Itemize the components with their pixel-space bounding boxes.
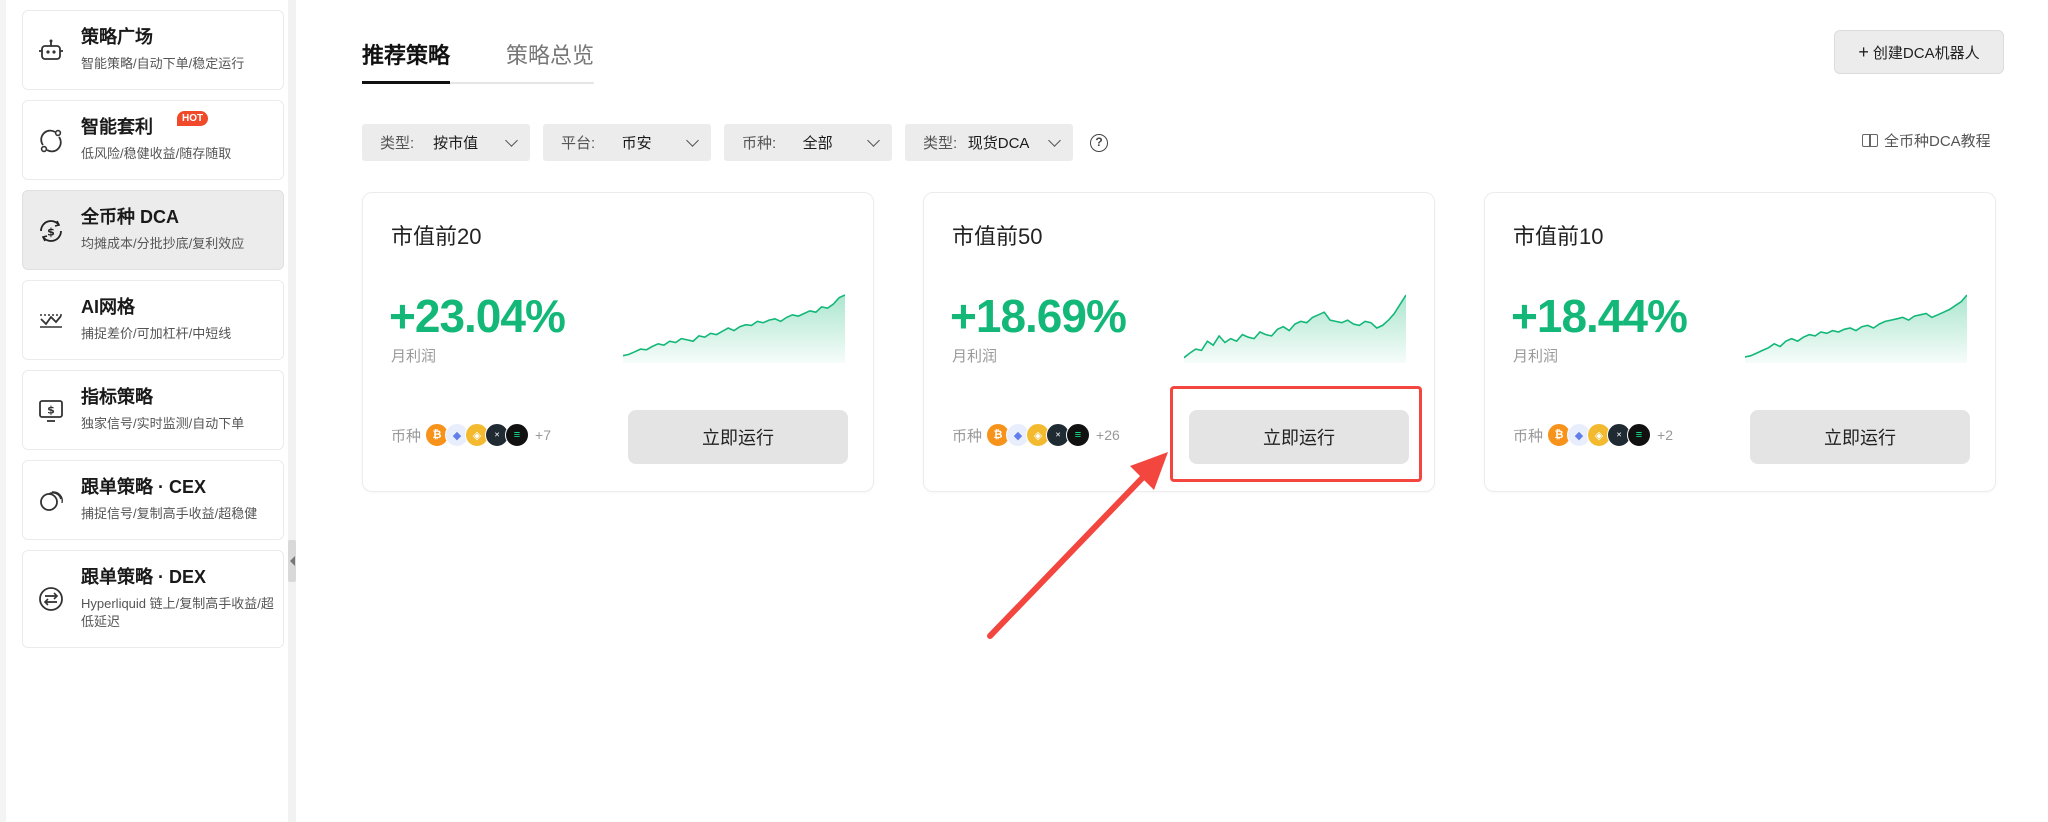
profit-sparkline bbox=[1184, 294, 1406, 363]
sidebar-item-indicator[interactable]: $ 指标策略 独家信号/实时监测/自动下单 bbox=[22, 370, 284, 450]
run-now-button[interactable]: 立即运行 bbox=[1750, 410, 1970, 464]
profit-sparkline bbox=[1745, 294, 1967, 363]
grid-icon bbox=[40, 314, 62, 328]
sidebar-item-copy-cex[interactable]: 跟单策略 · CEX 捕捉信号/复制高手收益/超稳健 bbox=[22, 460, 284, 540]
sol-coin-icon: ≡ bbox=[1066, 423, 1091, 447]
sidebar-item-smart-arbitrage[interactable]: 智能套利 HOT 低风险/稳健收益/随存随取 bbox=[22, 100, 284, 180]
sidebar-item-subtitle: 智能策略/自动下单/稳定运行 bbox=[81, 56, 245, 71]
filter-bar: 类型: 按市值 平台: 币安 币种: 全部 类型: 现货DCA ? bbox=[362, 124, 1108, 161]
sidebar-item-title: 跟单策略 · DEX bbox=[81, 567, 207, 587]
sidebar-item-title: 策略广场 bbox=[81, 27, 153, 47]
sol-coin-icon: ≡ bbox=[1627, 423, 1652, 447]
chevron-down-icon bbox=[1048, 133, 1061, 147]
coin-more-count: +2 bbox=[1657, 427, 1673, 443]
strategy-card: 市值前10 +18.44% 月利润 币种 ₿ ◆ ◈ ✕ ≡ +2 立即运行 bbox=[1484, 192, 1996, 492]
sidebar-item-subtitle: 捕捉信号/复制高手收益/超稳健 bbox=[81, 506, 258, 521]
filter-value: 全部 bbox=[802, 135, 833, 152]
card-profit: +18.69% bbox=[950, 290, 1127, 342]
coin-more-count: +7 bbox=[535, 427, 551, 443]
card-title: 市值前10 bbox=[1513, 224, 1604, 249]
tab-recommended[interactable]: 推荐策略 bbox=[362, 34, 451, 84]
coin-more-count: +26 bbox=[1096, 427, 1120, 443]
filter-platform-select[interactable]: 平台: 币安 bbox=[543, 124, 711, 161]
sidebar-item-dca[interactable]: $ 全币种 DCA 均摊成本/分批抄底/复利效应 bbox=[22, 190, 284, 270]
sidebar-item-title: 跟单策略 · CEX bbox=[81, 477, 207, 497]
profit-sparkline bbox=[623, 294, 845, 363]
copy-dex-icon bbox=[39, 587, 63, 611]
sidebar-item-subtitle: Hyperliquid 链上/复制高手收益/超低延迟 bbox=[81, 596, 274, 629]
sidebar: 策略广场 智能策略/自动下单/稳定运行 智能套利 HOT 低风险/稳健收益/随存… bbox=[0, 0, 290, 822]
card-title: 市值前50 bbox=[952, 224, 1043, 249]
filter-value: 币安 bbox=[621, 135, 652, 152]
sidebar-gutter bbox=[288, 0, 296, 822]
coin-list: 币种 ₿ ◆ ◈ ✕ ≡ +7 bbox=[391, 423, 551, 447]
filter-label: 币种: bbox=[742, 135, 777, 152]
svg-text:$: $ bbox=[47, 404, 55, 417]
chevron-down-icon bbox=[505, 133, 518, 147]
card-profit-label: 月利润 bbox=[952, 348, 998, 365]
robot-icon bbox=[39, 39, 63, 60]
dca-tutorial-label: 全币种DCA教程 bbox=[1884, 133, 1991, 150]
help-icon[interactable]: ? bbox=[1090, 133, 1108, 152]
dca-icon: $ bbox=[40, 220, 62, 242]
strategy-card: 市值前20 +23.04% 月利润 币种 ₿ ◆ ◈ ✕ ≡ +7 立即运行 bbox=[362, 192, 874, 492]
sparkline-area bbox=[1745, 295, 1967, 363]
coin-list-label: 币种 bbox=[1513, 427, 1544, 445]
coin-list: 币种 ₿ ◆ ◈ ✕ ≡ +26 bbox=[952, 423, 1120, 447]
highlight-box-annotation bbox=[1170, 386, 1422, 482]
card-title: 市值前20 bbox=[391, 224, 482, 249]
sidebar-item-title: 全币种 DCA bbox=[81, 207, 179, 227]
coin-list-label: 币种 bbox=[952, 427, 983, 445]
sidebar-item-title: AI网格 bbox=[81, 297, 135, 317]
filter-dca-type-select[interactable]: 类型: 现货DCA bbox=[905, 124, 1073, 161]
card-profit-label: 月利润 bbox=[391, 348, 437, 365]
hot-badge: HOT bbox=[177, 111, 209, 126]
sidebar-item-subtitle: 捕捉差价/可加杠杆/中短线 bbox=[81, 326, 232, 341]
sidebar-item-subtitle: 低风险/稳健收益/随存随取 bbox=[81, 146, 232, 161]
sidebar-item-ai-grid[interactable]: AI网格 捕捉差价/可加杠杆/中短线 bbox=[22, 280, 284, 360]
card-profit-label: 月利润 bbox=[1513, 348, 1559, 365]
dca-tutorial-link[interactable]: 全币种DCA教程 bbox=[1862, 130, 1991, 151]
filter-coin-select[interactable]: 币种: 全部 bbox=[724, 124, 892, 161]
svg-text:$: $ bbox=[47, 226, 55, 239]
create-dca-bot-button[interactable]: + 创建DCA机器人 bbox=[1834, 30, 2004, 74]
chevron-down-icon bbox=[867, 133, 880, 147]
sparkline-area bbox=[1184, 295, 1406, 363]
sidebar-item-copy-dex[interactable]: 跟单策略 · DEX Hyperliquid 链上/复制高手收益/超低延迟 bbox=[22, 550, 284, 648]
indicator-icon: $ bbox=[39, 400, 63, 422]
sidebar-item-strategy-plaza[interactable]: 策略广场 智能策略/自动下单/稳定运行 bbox=[22, 10, 284, 90]
filter-value: 按市值 bbox=[433, 135, 479, 152]
card-profit: +23.04% bbox=[389, 290, 566, 342]
sidebar-item-title: 智能套利 bbox=[81, 117, 153, 137]
coin-list-label: 币种 bbox=[391, 427, 422, 445]
chevron-left-icon bbox=[289, 556, 295, 566]
run-now-button[interactable]: 立即运行 bbox=[628, 410, 848, 464]
filter-value: 现货DCA bbox=[967, 135, 1030, 152]
sidebar-collapse-handle[interactable] bbox=[288, 540, 296, 582]
filter-label: 类型: bbox=[380, 135, 415, 152]
filter-label: 类型: bbox=[923, 135, 958, 152]
card-profit: +18.44% bbox=[1511, 290, 1688, 342]
arbitrage-icon bbox=[40, 129, 62, 153]
filter-label: 平台: bbox=[561, 135, 596, 152]
sidebar-item-subtitle: 均摊成本/分批抄底/复利效应 bbox=[81, 236, 245, 251]
sidebar-item-subtitle: 独家信号/实时监测/自动下单 bbox=[81, 416, 245, 431]
coin-list: 币种 ₿ ◆ ◈ ✕ ≡ +2 bbox=[1513, 423, 1673, 447]
filter-type-select[interactable]: 类型: 按市值 bbox=[362, 124, 530, 161]
sparkline-area bbox=[623, 295, 845, 363]
create-dca-bot-label: 创建DCA机器人 bbox=[1872, 44, 1980, 62]
chevron-down-icon bbox=[686, 133, 699, 147]
sol-coin-icon: ≡ bbox=[505, 423, 530, 447]
strategy-tabs: 推荐策略 策略总览 bbox=[362, 34, 595, 84]
tab-overview[interactable]: 策略总览 bbox=[506, 34, 594, 82]
plus-icon: + bbox=[1858, 42, 1869, 62]
sidebar-item-title: 指标策略 bbox=[81, 387, 153, 407]
book-icon bbox=[1862, 134, 1878, 147]
sidebar-nav: 策略广场 智能策略/自动下单/稳定运行 智能套利 HOT 低风险/稳健收益/随存… bbox=[22, 10, 284, 658]
copy-cex-icon bbox=[40, 491, 63, 511]
